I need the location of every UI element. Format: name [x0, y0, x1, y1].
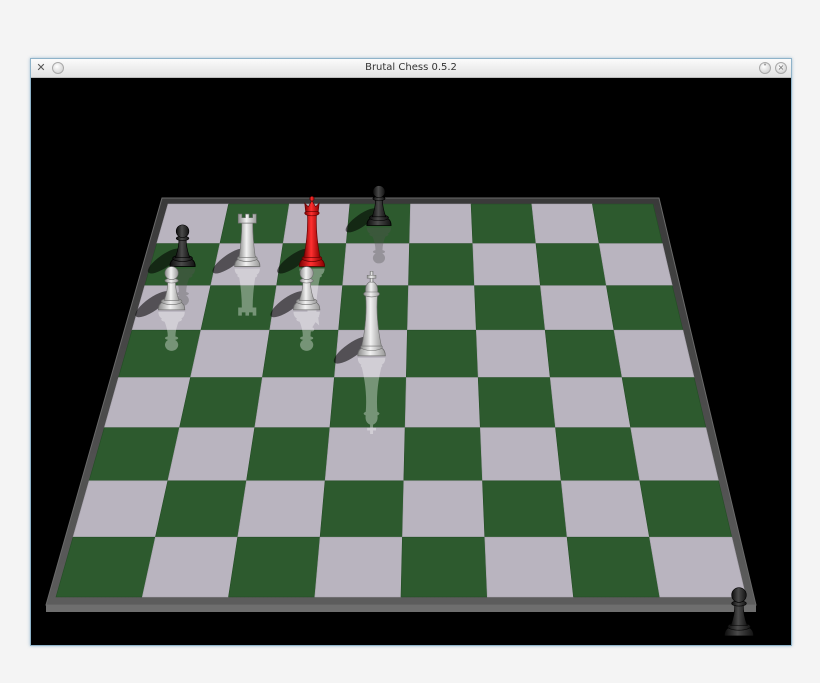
board-square[interactable] — [55, 536, 156, 598]
board-square[interactable] — [407, 285, 477, 331]
board-square[interactable] — [477, 377, 556, 429]
board-square[interactable] — [484, 536, 574, 598]
board-frame-edge — [46, 605, 756, 612]
board-square[interactable] — [639, 480, 733, 538]
board-square[interactable] — [400, 536, 488, 598]
board-square[interactable] — [254, 377, 335, 429]
board-square[interactable] — [566, 536, 661, 598]
board-square[interactable] — [319, 480, 405, 538]
board-square[interactable] — [246, 427, 331, 482]
board-square[interactable] — [103, 377, 191, 429]
board-square[interactable] — [408, 243, 475, 286]
board-square[interactable] — [560, 480, 650, 538]
board-square[interactable] — [549, 377, 632, 429]
board-square[interactable] — [540, 285, 615, 331]
board-square[interactable] — [649, 536, 747, 598]
board-square[interactable] — [475, 329, 551, 378]
board-square[interactable] — [630, 427, 719, 482]
window-title: Brutal Chess 0.5.2 — [365, 62, 457, 73]
board-square[interactable] — [405, 329, 479, 378]
board-square[interactable] — [237, 480, 326, 538]
board-square[interactable] — [314, 536, 403, 598]
board-square[interactable] — [606, 285, 684, 331]
board-square[interactable] — [472, 243, 541, 286]
board-square[interactable] — [403, 427, 483, 482]
board-square[interactable] — [621, 377, 707, 429]
game-window: ✕ Brutal Chess 0.5.2 ˅ × — [30, 58, 792, 646]
board-square[interactable] — [479, 427, 562, 482]
board-square[interactable] — [474, 285, 546, 331]
title-bar[interactable]: ✕ Brutal Chess 0.5.2 ˅ × — [31, 59, 791, 78]
board-square[interactable] — [324, 427, 406, 482]
board-square[interactable] — [402, 480, 486, 538]
board-square[interactable] — [535, 243, 607, 286]
board-square[interactable] — [470, 203, 537, 244]
board-square[interactable] — [404, 377, 481, 429]
board-square[interactable] — [219, 203, 290, 244]
chevron-down-icon[interactable]: ˅ — [759, 62, 771, 74]
board-square[interactable] — [228, 536, 321, 598]
board-square[interactable] — [482, 480, 568, 538]
board-square[interactable] — [190, 329, 271, 378]
board-square[interactable] — [544, 329, 623, 378]
board-square[interactable] — [613, 329, 695, 378]
board-square[interactable] — [155, 480, 247, 538]
board-square[interactable] — [531, 203, 600, 244]
board-square[interactable] — [88, 427, 180, 482]
board-square[interactable] — [555, 427, 641, 482]
board-square[interactable] — [72, 480, 169, 538]
board-square[interactable] — [592, 203, 663, 244]
board-square[interactable] — [598, 243, 673, 286]
board-square[interactable] — [179, 377, 263, 429]
board-square[interactable] — [156, 203, 229, 244]
board-square[interactable] — [141, 536, 239, 598]
game-viewport[interactable] — [31, 78, 791, 645]
board-square[interactable] — [262, 329, 339, 378]
board-square[interactable] — [167, 427, 256, 482]
board-square[interactable] — [409, 203, 474, 244]
chess-scene[interactable] — [31, 78, 791, 645]
board-square[interactable] — [118, 329, 202, 378]
close-icon[interactable]: × — [775, 62, 787, 74]
